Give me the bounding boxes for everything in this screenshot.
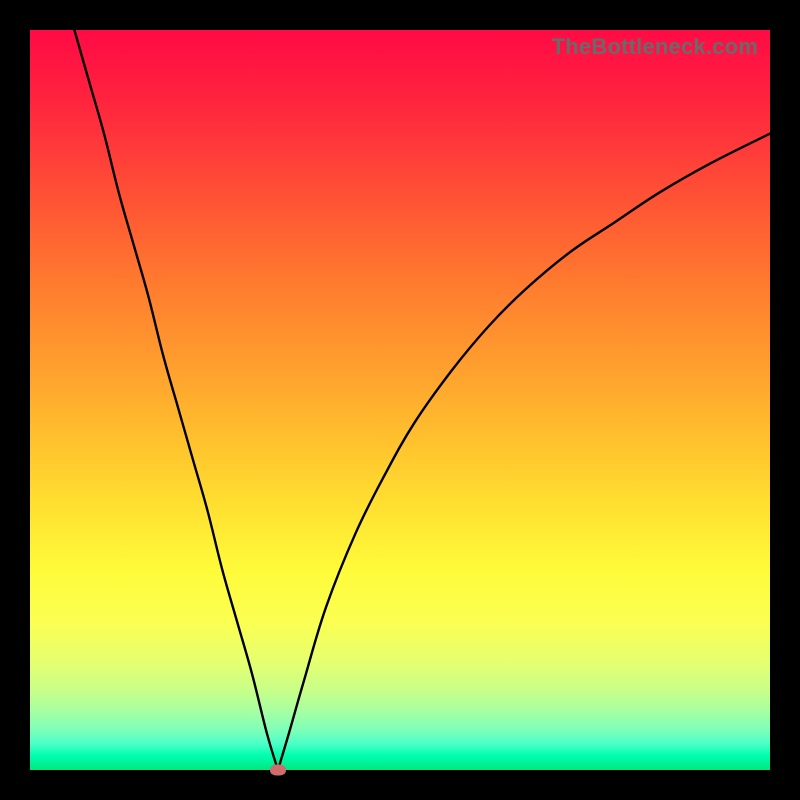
curve-svg: [30, 30, 770, 770]
bottleneck-curve-left: [74, 30, 278, 770]
plot-area: TheBottleneck.com: [30, 30, 770, 770]
bottleneck-curve-right: [278, 134, 770, 770]
chart-frame: TheBottleneck.com: [0, 0, 800, 800]
minimum-marker: [270, 765, 286, 776]
